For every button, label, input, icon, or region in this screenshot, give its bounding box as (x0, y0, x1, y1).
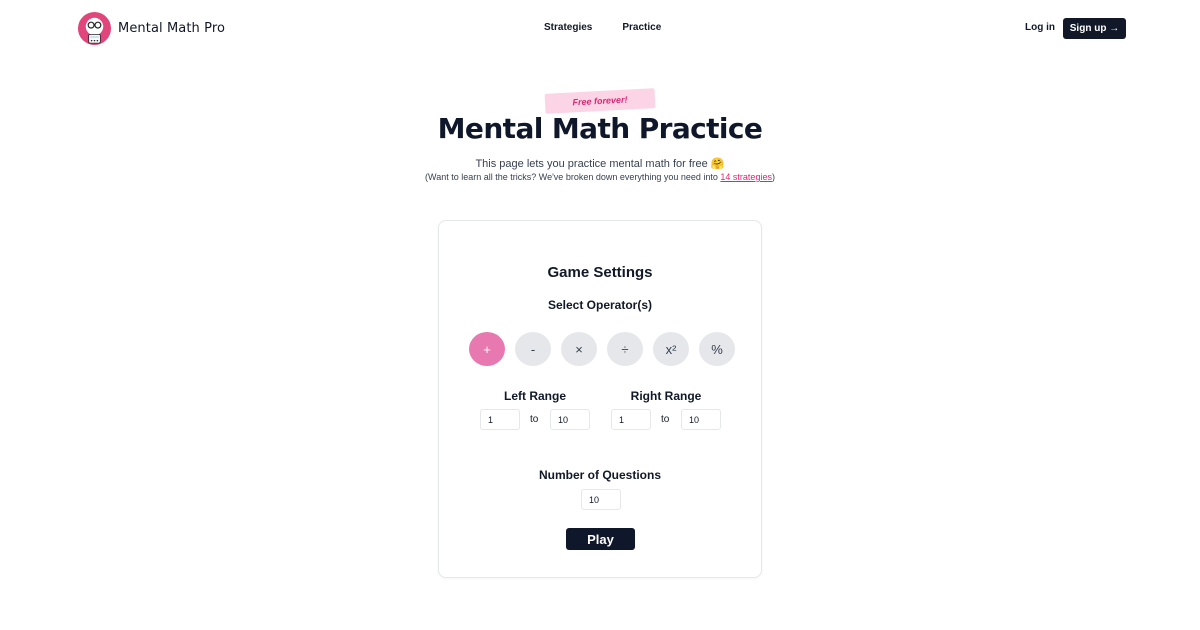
right-range-to-input[interactable]: 10 (681, 409, 721, 430)
right-range-from-input[interactable]: 1 (611, 409, 651, 430)
brand-link[interactable]: Mental Math Pro (77, 11, 225, 46)
signup-button[interactable]: Sign up → (1063, 18, 1126, 39)
game-settings-title: Game Settings (547, 264, 653, 281)
nav-link-strategies[interactable]: Strategies (544, 22, 592, 33)
left-range-from-input[interactable]: 1 (480, 409, 520, 430)
site-header: Mental Math Pro Strategies Practice Log … (0, 0, 1200, 56)
strategies-note: (Want to learn all the tricks? We've bro… (0, 172, 1200, 182)
right-range-label: Right Range (630, 389, 702, 403)
brand-name: Mental Math Pro (118, 21, 226, 36)
page-title: Mental Math Practice (437, 112, 763, 145)
right-range-to-label: to (661, 414, 670, 425)
operator-subtract-button[interactable]: - (515, 332, 551, 366)
page-subtitle: This page lets you practice mental math … (475, 158, 725, 170)
main-nav: Strategies Practice (544, 22, 661, 33)
login-link[interactable]: Log in (1025, 22, 1055, 33)
operator-group: + - × ÷ x² % (469, 332, 735, 366)
operator-divide-button[interactable]: ÷ (607, 332, 643, 366)
operator-square-button[interactable]: x² (653, 332, 689, 366)
logo-icon (77, 11, 112, 46)
free-forever-badge: Free forever! (544, 88, 656, 114)
strategies-link[interactable]: 14 strategies (720, 172, 772, 182)
operator-multiply-button[interactable]: × (561, 332, 597, 366)
note-suffix: ) (771, 172, 775, 182)
nav-link-practice[interactable]: Practice (622, 22, 661, 33)
questions-label: Number of Questions (538, 468, 661, 482)
left-range-to-label: to (530, 414, 539, 425)
left-range-label: Left Range (503, 389, 566, 403)
questions-input[interactable]: 10 (581, 489, 621, 510)
note-prefix: (Want to learn all the tricks? We've bro… (425, 172, 721, 182)
play-button[interactable]: Play (566, 528, 635, 550)
operator-percent-button[interactable]: % (699, 332, 735, 366)
operator-add-button[interactable]: + (469, 332, 505, 366)
operators-label: Select Operator(s) (547, 298, 653, 312)
game-settings-card: Game Settings Select Operator(s) + - × ÷… (438, 220, 762, 578)
left-range-to-input[interactable]: 10 (550, 409, 590, 430)
